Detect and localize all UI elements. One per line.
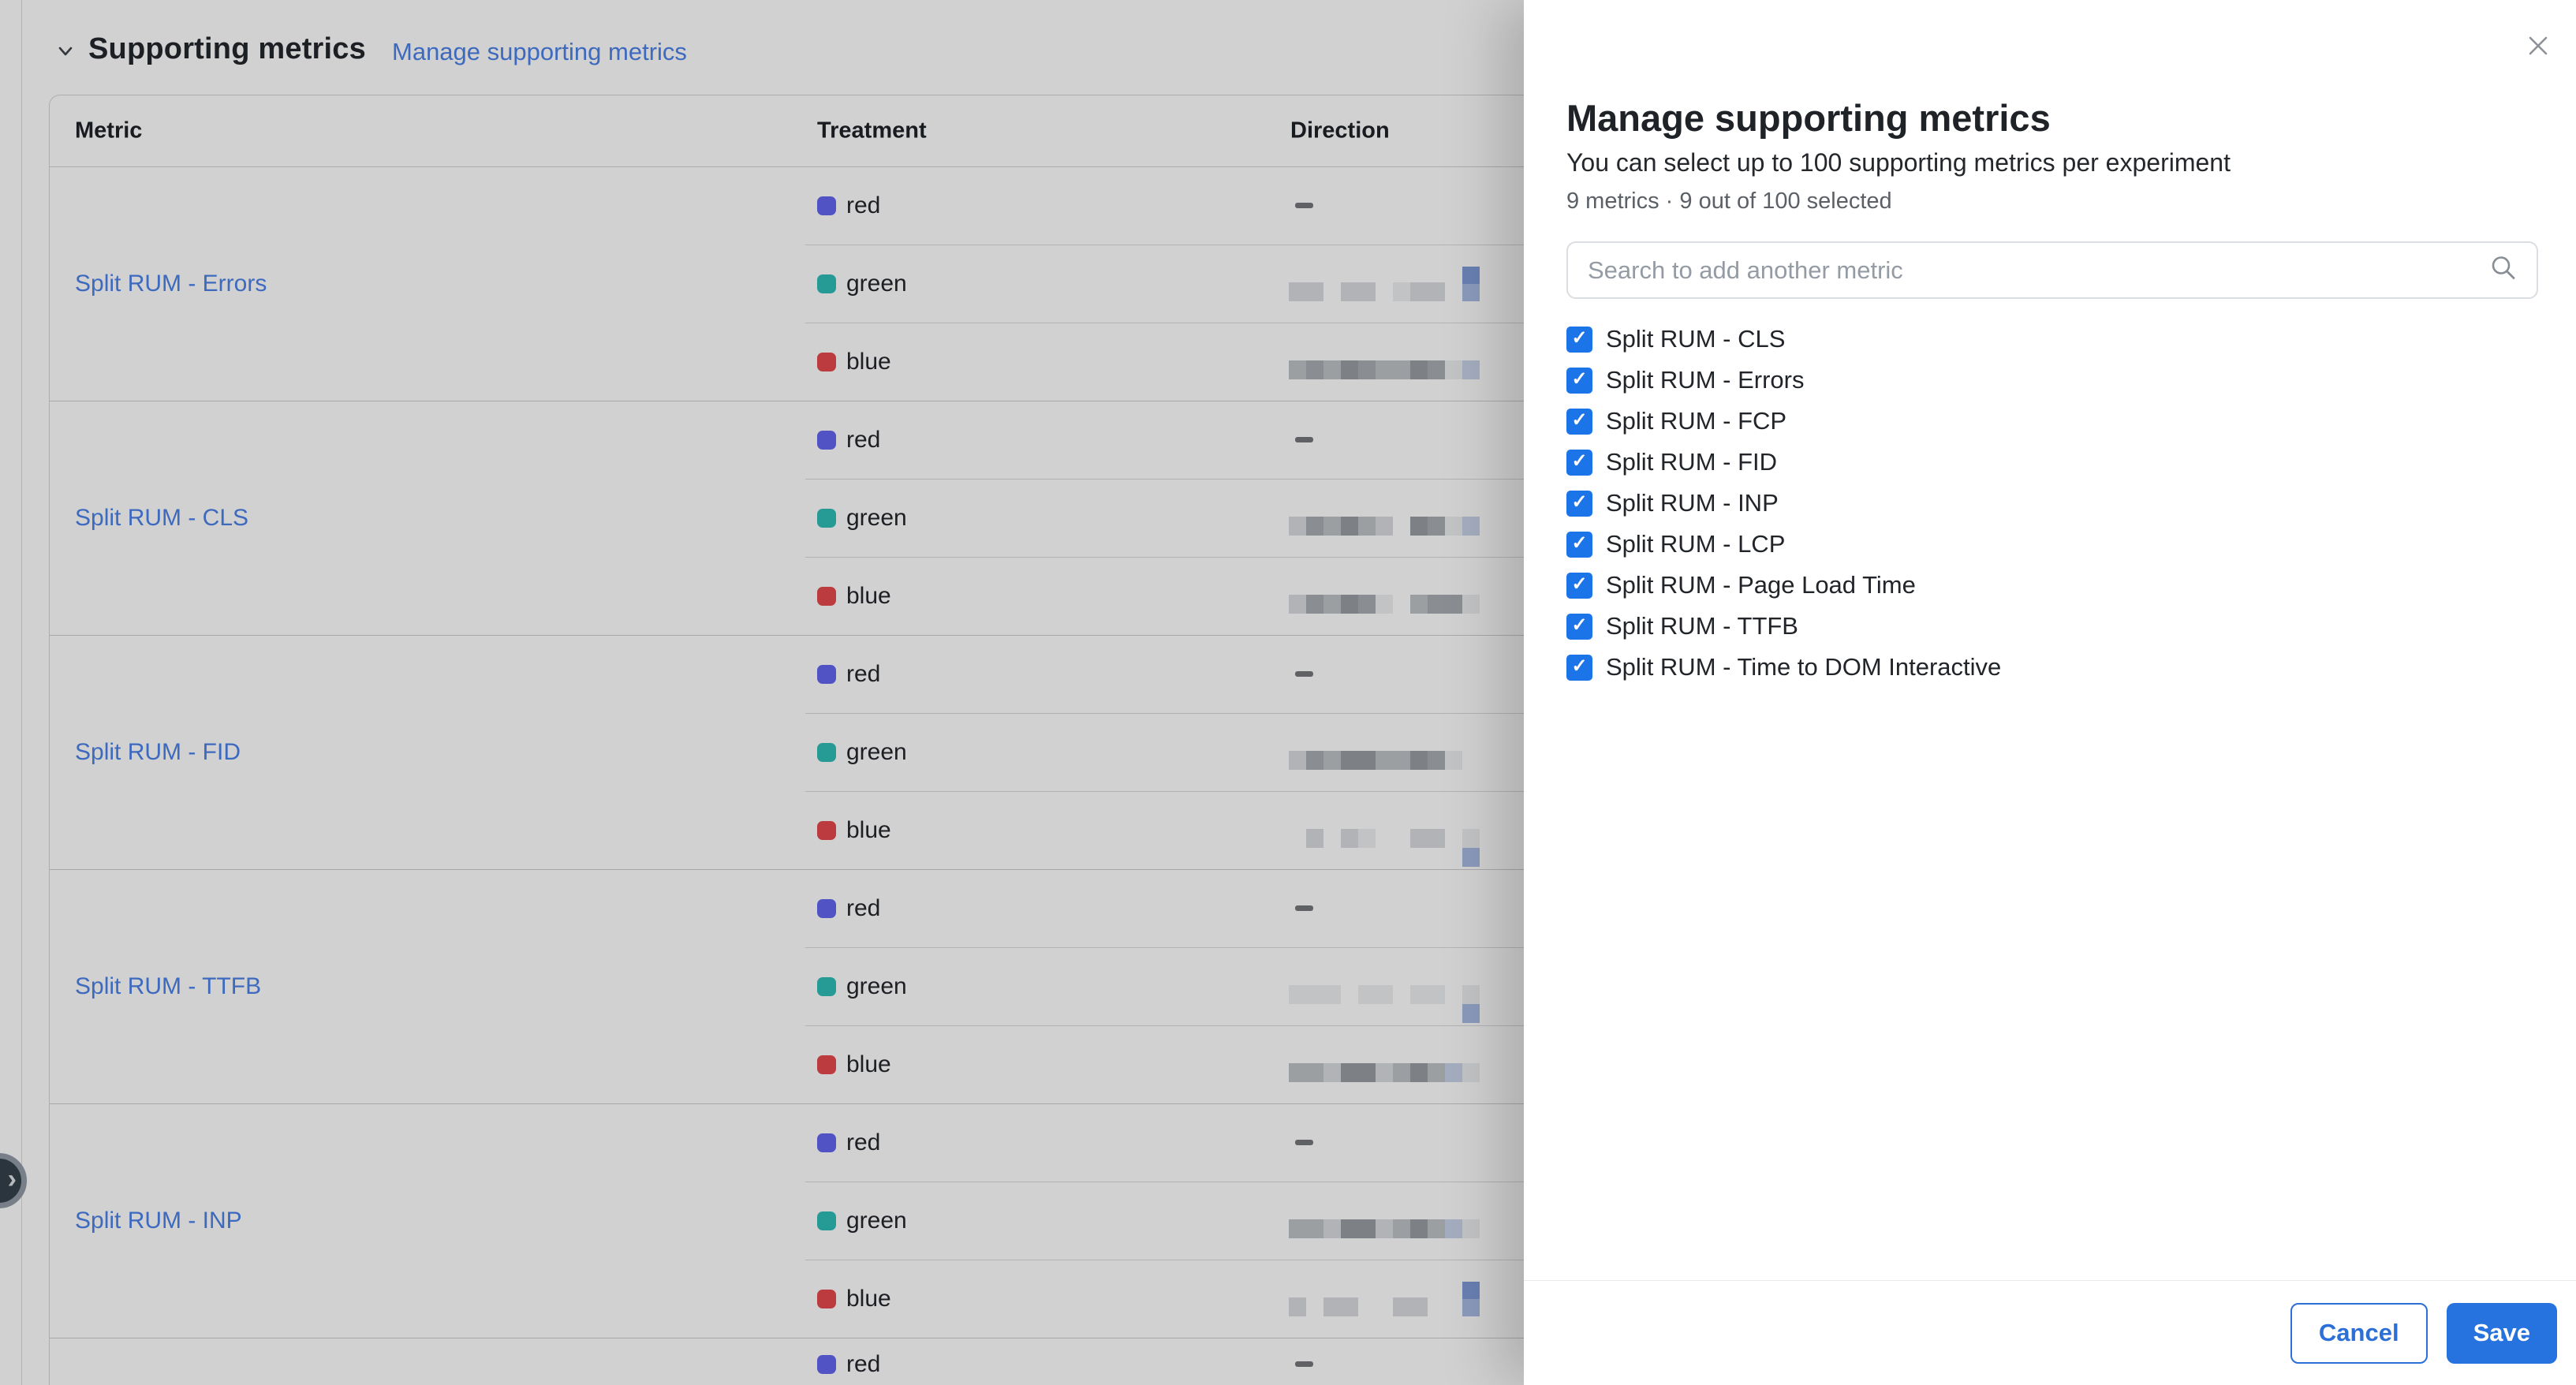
metric-list-item[interactable]: ✓ Split RUM - Time to DOM Interactive <box>1566 647 2544 688</box>
metric-checkbox[interactable]: ✓ <box>1566 532 1592 558</box>
checkbox-tick-icon: ✓ <box>1571 411 1587 430</box>
metric-checkbox[interactable]: ✓ <box>1566 655 1592 681</box>
checkbox-tick-icon: ✓ <box>1571 452 1587 471</box>
panel-footer: Cancel Save <box>1524 1280 2576 1385</box>
checkbox-tick-icon: ✓ <box>1571 534 1587 553</box>
search-input[interactable] <box>1566 241 2538 299</box>
metric-list-item[interactable]: ✓ Split RUM - FCP <box>1566 401 2544 442</box>
manage-supporting-metrics-panel: Manage supporting metrics You can select… <box>1524 0 2576 1385</box>
metric-checkbox-label: Split RUM - CLS <box>1606 325 1785 353</box>
panel-subtitle: You can select up to 100 supporting metr… <box>1566 148 2231 177</box>
metric-list-item[interactable]: ✓ Split RUM - TTFB <box>1566 606 2544 647</box>
metric-list-item[interactable]: ✓ Split RUM - LCP <box>1566 524 2544 565</box>
metric-checkbox[interactable]: ✓ <box>1566 368 1592 394</box>
metric-list-item[interactable]: ✓ Split RUM - INP <box>1566 483 2544 524</box>
selection-count: 9 metrics · 9 out of 100 selected <box>1566 189 1892 215</box>
metric-checkbox-label: Split RUM - FCP <box>1606 407 1786 435</box>
checkbox-tick-icon: ✓ <box>1571 616 1587 635</box>
metric-checkbox[interactable]: ✓ <box>1566 491 1592 517</box>
metric-checkbox-label: Split RUM - LCP <box>1606 530 1785 558</box>
metric-checkbox-label: Split RUM - Page Load Time <box>1606 571 1916 599</box>
metric-checkbox-label: Split RUM - Errors <box>1606 366 1804 394</box>
cancel-button[interactable]: Cancel <box>2290 1303 2428 1364</box>
metric-checkbox-label: Split RUM - TTFB <box>1606 612 1798 640</box>
checkbox-tick-icon: ✓ <box>1571 657 1587 676</box>
metric-checkbox-label: Split RUM - FID <box>1606 448 1777 476</box>
metric-list-item[interactable]: ✓ Split RUM - CLS <box>1566 319 2544 360</box>
metric-checkbox-list: ✓ Split RUM - CLS ✓ Split RUM - Errors ✓ Spli… <box>1566 319 2544 688</box>
metric-checkbox-label: Split RUM - Time to DOM Interactive <box>1606 653 2001 681</box>
search-icon <box>2489 254 2518 286</box>
metric-list-item[interactable]: ✓ Split RUM - FID <box>1566 442 2544 483</box>
metric-checkbox[interactable]: ✓ <box>1566 409 1592 435</box>
save-button[interactable]: Save <box>2447 1303 2557 1364</box>
checkbox-tick-icon: ✓ <box>1571 370 1587 389</box>
metric-checkbox-label: Split RUM - INP <box>1606 489 1779 517</box>
close-icon <box>2523 31 2553 61</box>
metric-checkbox[interactable]: ✓ <box>1566 327 1592 353</box>
close-button[interactable] <box>2516 24 2560 68</box>
panel-title: Manage supporting metrics <box>1566 96 2051 140</box>
metric-checkbox[interactable]: ✓ <box>1566 450 1592 476</box>
metric-checkbox[interactable]: ✓ <box>1566 614 1592 640</box>
metric-checkbox[interactable]: ✓ <box>1566 573 1592 599</box>
checkbox-tick-icon: ✓ <box>1571 575 1587 594</box>
metric-list-item[interactable]: ✓ Split RUM - Page Load Time <box>1566 565 2544 606</box>
metric-list-item[interactable]: ✓ Split RUM - Errors <box>1566 360 2544 401</box>
checkbox-tick-icon: ✓ <box>1571 493 1587 512</box>
checkbox-tick-icon: ✓ <box>1571 329 1587 348</box>
